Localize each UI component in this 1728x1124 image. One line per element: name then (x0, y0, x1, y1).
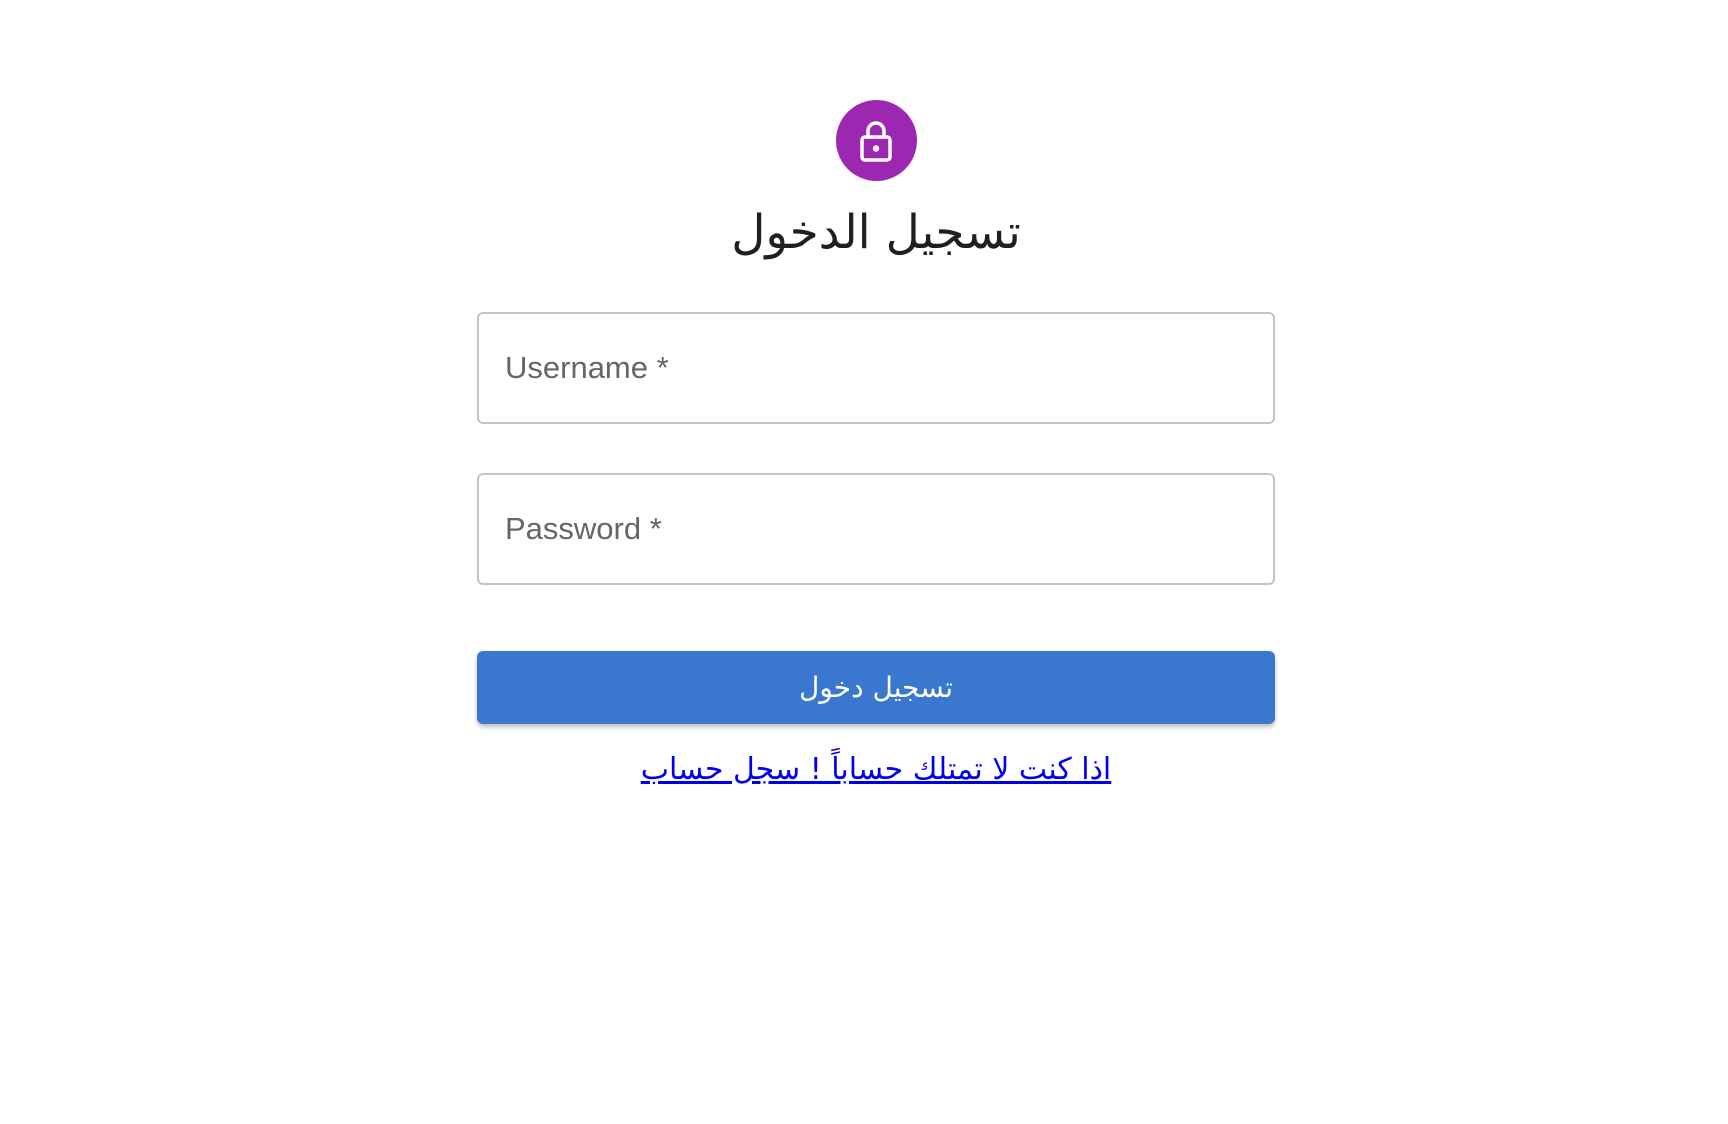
avatar (835, 100, 917, 181)
password-input[interactable] (479, 475, 1273, 583)
lock-icon (860, 120, 892, 162)
login-page: تسجيل الدخول Username * Password * تسجيل… (0, 0, 1728, 1124)
username-input[interactable] (479, 314, 1273, 422)
password-field[interactable]: Password * (477, 473, 1275, 585)
page-title: تسجيل الدخول (731, 205, 1021, 260)
register-link[interactable]: اذا كنت لا تمتلك حساباً ! سجل حساب (641, 752, 1112, 787)
username-field[interactable]: Username * (477, 312, 1275, 424)
login-button[interactable]: تسجيل دخول (477, 651, 1275, 724)
login-form: تسجيل الدخول Username * Password * تسجيل… (477, 0, 1275, 787)
